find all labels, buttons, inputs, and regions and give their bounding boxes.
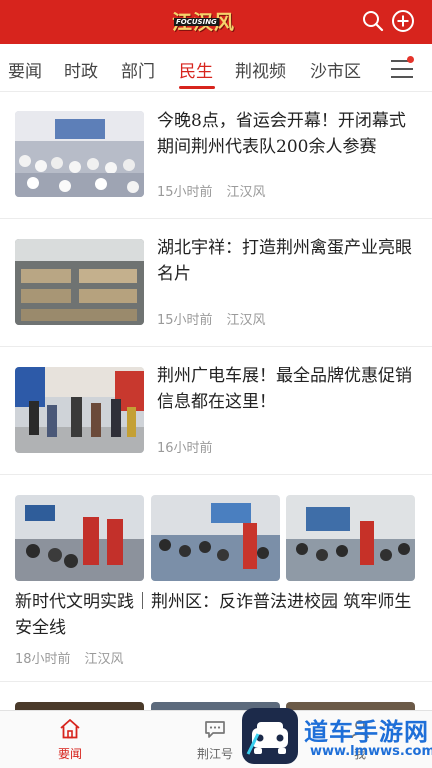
search-button[interactable] <box>361 9 385 33</box>
news-source: 江汉风 <box>226 185 266 200</box>
tab-shizheng[interactable]: 时政 <box>64 57 98 82</box>
nav-jingjianghao[interactable]: 荆江号 <box>179 715 251 765</box>
news-thumbnail <box>15 702 144 710</box>
tab-minsheng[interactable]: 民生 <box>179 57 213 82</box>
news-title: 荆州广电车展！最全品牌优惠促销信息都在这里！ <box>157 366 412 412</box>
nav-yaowen[interactable]: 要闻 <box>34 715 106 765</box>
news-meta: 18小时前 江汉风 <box>15 648 124 667</box>
news-meta: 16小时前 <box>157 437 213 456</box>
nav-label: 荆江号 <box>196 747 233 761</box>
nav-label: 要闻 <box>57 747 82 761</box>
news-time: 15小时前 <box>157 313 213 328</box>
news-meta: 15小时前 江汉风 <box>157 181 266 200</box>
watermark-logo <box>242 708 298 764</box>
news-time: 15小时前 <box>157 185 213 200</box>
tabs-fade <box>360 44 380 91</box>
news-meta: 15小时前 江汉风 <box>157 309 266 328</box>
watermark-url: www.lmwws.com <box>310 744 432 759</box>
logo-subtext: FOCUSING <box>174 18 219 26</box>
tab-yaowen[interactable]: 要闻 <box>8 57 42 82</box>
chat-icon <box>205 721 225 738</box>
watermark: 道车手游网 www.lmwws.com <box>242 704 432 768</box>
news-thumbnail <box>15 367 144 453</box>
news-thumbnail <box>15 111 144 197</box>
news-title: 今晚8点，省运会开幕！开闭幕式期间荆州代表队200余人参赛 <box>157 111 406 157</box>
watermark-text: 道车手游网 <box>304 718 429 746</box>
news-thumbnail <box>15 495 144 581</box>
plus-circle-icon <box>392 10 414 32</box>
app-header: 江汉风 FOCUSING <box>0 0 432 44</box>
news-source: 江汉风 <box>84 652 124 667</box>
news-feed: 今晚8点，省运会开幕！开闭幕式期间荆州代表队200余人参赛 15小时前 江汉风 湖… <box>0 92 432 710</box>
news-item[interactable]: 今晚8点，省运会开幕！开闭幕式期间荆州代表队200余人参赛 15小时前 江汉风 <box>0 92 432 219</box>
tab-shashiqu[interactable]: 沙市区 <box>310 57 361 82</box>
news-item[interactable]: 湖北宇祥：打造荆州禽蛋产业亮眼名片 15小时前 江汉风 <box>0 219 432 347</box>
news-source: 江汉风 <box>226 313 266 328</box>
notification-dot <box>407 56 414 63</box>
news-thumbnail <box>15 239 144 325</box>
add-button[interactable] <box>391 9 415 33</box>
active-tab-indicator <box>179 86 215 89</box>
tab-bumen[interactable]: 部门 <box>121 57 155 82</box>
search-icon <box>363 11 384 32</box>
news-time: 16小时前 <box>157 441 213 456</box>
tab-jingshipin[interactable]: 荆视频 <box>235 57 286 82</box>
home-icon <box>60 719 80 739</box>
news-thumbnail <box>151 495 280 581</box>
news-title: 湖北宇祥：打造荆州禽蛋产业亮眼名片 <box>157 238 412 284</box>
app-logo: 江汉风 FOCUSING <box>170 4 262 38</box>
channel-tabs: 要闻 时政 部门 民生 荆视频 沙市区 <box>0 44 432 92</box>
news-item[interactable]: 荆州广电车展！最全品牌优惠促销信息都在这里！ 16小时前 <box>0 347 432 475</box>
news-item[interactable]: 新时代文明实践｜荆州区：反诈普法进校园 筑牢师生安全线 18小时前 江汉风 <box>0 475 432 682</box>
news-thumbnail <box>286 495 415 581</box>
news-time: 18小时前 <box>15 652 71 667</box>
news-title: 新时代文明实践｜荆州区：反诈普法进校园 筑牢师生安全线 <box>15 592 412 638</box>
